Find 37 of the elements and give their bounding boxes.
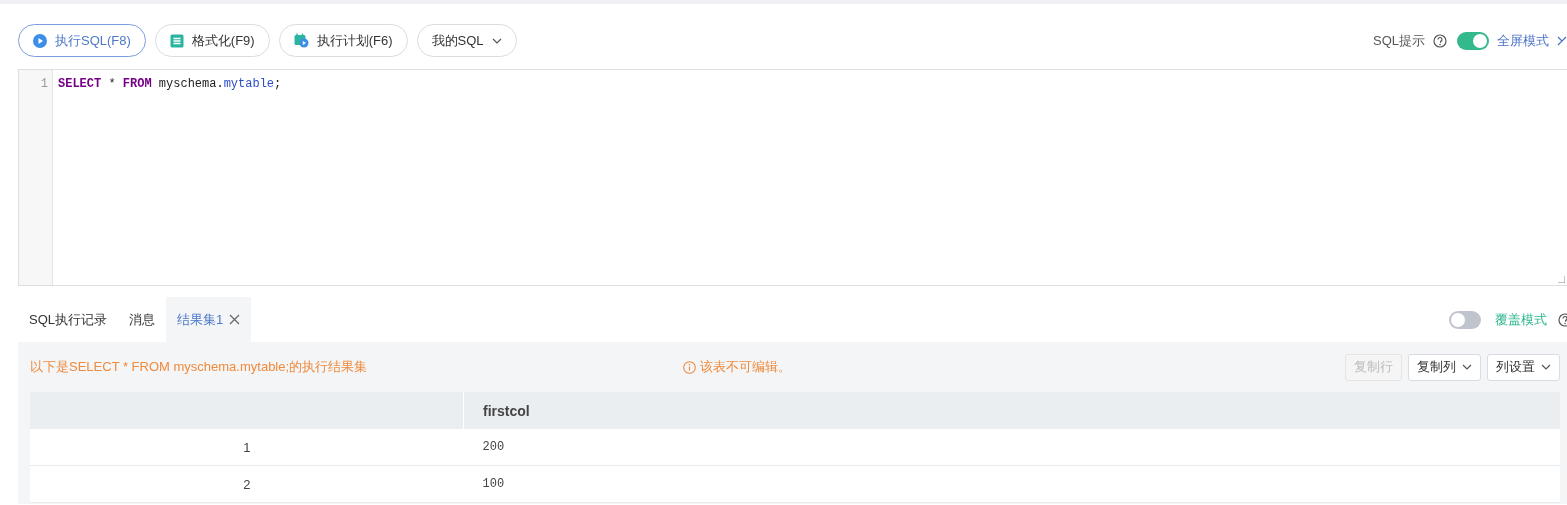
read-only-notice: 该表不可编辑。 bbox=[700, 358, 791, 376]
row-number: 2 bbox=[30, 465, 464, 503]
toggle-switch[interactable] bbox=[1449, 310, 1481, 329]
code-token: myschema. bbox=[157, 77, 224, 93]
row-number: 1 bbox=[30, 429, 464, 466]
result-summary: 以下是SELECT * FROM myschema.mytable;的执行结果集 bbox=[30, 358, 369, 376]
toolbar-button[interactable]: 执行SQL(F8) bbox=[18, 24, 146, 57]
fullscreen-link[interactable]: 全屏模式 bbox=[1497, 31, 1549, 50]
overwrite-mode-label: 覆盖模式 bbox=[1495, 310, 1547, 329]
collapse-icon bbox=[1557, 34, 1567, 47]
calendar-play-icon bbox=[293, 33, 309, 48]
line-number: 1 bbox=[39, 77, 49, 93]
toolbar-button[interactable]: 执行计划(F6) bbox=[278, 24, 408, 57]
code-token: SELECT bbox=[58, 77, 102, 93]
dropdown-button[interactable]: 列设置 bbox=[1487, 353, 1560, 381]
dropdown-button[interactable]: 复制列 bbox=[1408, 353, 1481, 381]
chevron-down-icon bbox=[491, 37, 502, 44]
document-icon bbox=[169, 33, 184, 48]
result-tab[interactable]: 消息 bbox=[118, 297, 166, 342]
table-cell: 200 bbox=[463, 429, 1560, 466]
sql-hint-label: SQL提示 bbox=[1373, 31, 1425, 50]
toggle-switch[interactable] bbox=[1457, 31, 1489, 50]
play-icon bbox=[33, 33, 47, 48]
code-token: mytable bbox=[223, 77, 275, 93]
code-token: * bbox=[107, 77, 117, 93]
code-token: ; bbox=[274, 77, 282, 93]
help-icon bbox=[1433, 33, 1447, 48]
result-tab[interactable]: 结果集1 bbox=[166, 297, 252, 342]
resize-handle-icon[interactable] bbox=[1558, 276, 1565, 283]
close-icon[interactable] bbox=[229, 314, 241, 325]
result-tab[interactable]: SQL执行记录 bbox=[18, 297, 118, 342]
toolbar-button[interactable]: 格式化(F9) bbox=[154, 24, 270, 57]
info-icon bbox=[683, 360, 696, 374]
table-cell: 100 bbox=[463, 465, 1560, 503]
column-header[interactable]: firstcol bbox=[463, 392, 1560, 429]
code-token: FROM bbox=[122, 77, 152, 93]
dropdown-button[interactable]: 我的SQL bbox=[416, 24, 517, 57]
